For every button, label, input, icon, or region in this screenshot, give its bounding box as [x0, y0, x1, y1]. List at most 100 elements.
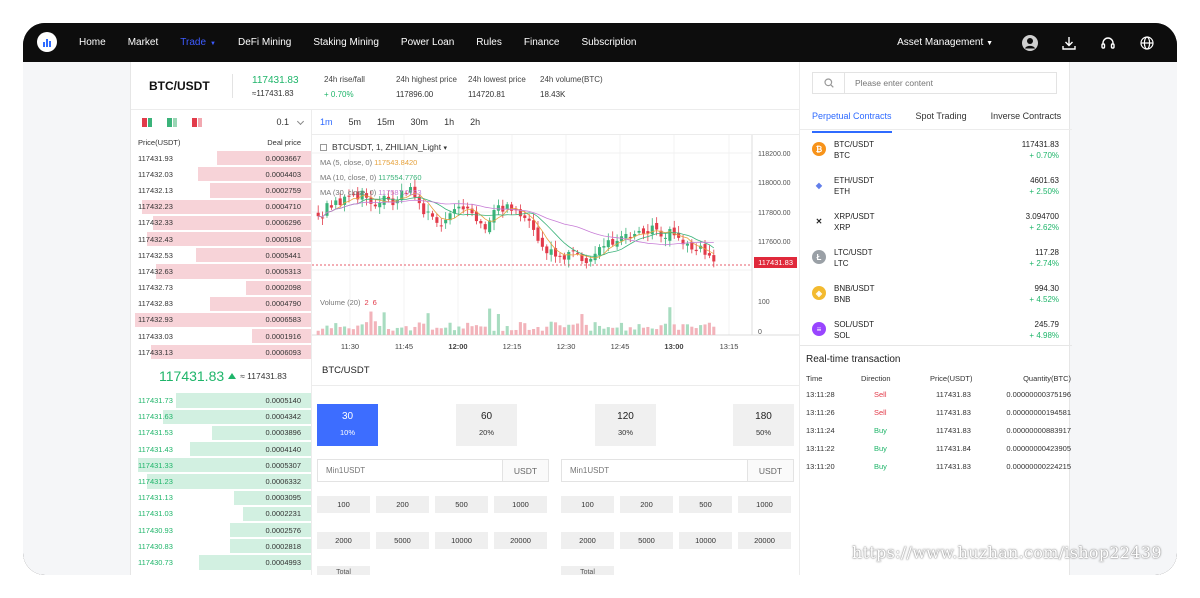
user-avatar-icon[interactable] [1021, 34, 1039, 52]
ticker-price-sub: ≈117431.83 [252, 89, 294, 98]
globe-language-icon[interactable] [1138, 34, 1156, 52]
market-tab-spot-trading[interactable]: Spot Trading [904, 108, 979, 129]
interval-tab-2h[interactable]: 2h [470, 117, 480, 127]
ask-row[interactable]: 117432.43 0.0005108 [131, 231, 311, 247]
ask-row[interactable]: 117432.83 0.0004790 [131, 296, 311, 312]
coin-row[interactable]: ₿ BTC/USDT BTC 117431.83 + 0.70% [800, 134, 1072, 170]
volume-tick-label: 100 [758, 299, 770, 306]
ask-row[interactable]: 117432.73 0.0002098 [131, 280, 311, 296]
leverage-option-180[interactable]: 180 50% [733, 404, 794, 446]
bid-row[interactable]: 117431.63 0.0004342 [131, 409, 311, 425]
bid-row[interactable]: 117431.13 0.0003095 [131, 490, 311, 506]
ask-row[interactable]: 117433.13 0.0006093 [131, 344, 311, 360]
ask-row[interactable]: 117432.23 0.0004710 [131, 199, 311, 215]
chevron-down-icon[interactable] [296, 117, 305, 126]
nav-item-staking-mining[interactable]: Staking Mining [313, 37, 379, 48]
volume-bar [584, 324, 588, 335]
buy-quick-amount-5000[interactable]: 5000 [376, 532, 429, 549]
coin-row[interactable]: ◆ ETH/USDT ETH 4601.63 + 2.50% [800, 170, 1072, 206]
market-search-input[interactable] [845, 73, 1056, 93]
ask-price: 117432.43 [138, 234, 173, 244]
nav-item-rules[interactable]: Rules [476, 37, 502, 48]
bid-row[interactable]: 117431.03 0.0002231 [131, 506, 311, 522]
buy-quick-amount-200[interactable]: 200 [376, 496, 429, 513]
sell-quick-amount-100[interactable]: 100 [561, 496, 614, 513]
rt-direction: Buy [874, 426, 887, 435]
bid-row[interactable]: 117430.83 0.0002818 [131, 538, 311, 554]
leverage-option-30[interactable]: 30 10% [317, 404, 378, 446]
bid-row[interactable]: 117431.43 0.0004140 [131, 441, 311, 457]
ask-row[interactable]: 117432.93 0.0006583 [131, 312, 311, 328]
coin-row[interactable]: ◈ BNB/USDT BNB 994.30 + 4.52% [800, 278, 1072, 314]
chart-collapse-icon[interactable] [320, 144, 327, 151]
sell-quick-amount-1000[interactable]: 1000 [738, 496, 791, 513]
kline-chart[interactable]: 1m 5m 15m 30m 1h 2h 118200.00 118000.00 117800.… [312, 110, 799, 356]
candlestick-chart[interactable]: 118200.00 118000.00 117800.00 117600.00 100 0… [312, 135, 799, 356]
interval-tab-30m[interactable]: 30m [411, 117, 429, 127]
nav-item-subscription[interactable]: Subscription [581, 37, 636, 48]
market-tab-inverse-contracts[interactable]: Inverse Contracts [979, 108, 1074, 129]
interval-tab-5m[interactable]: 5m [349, 117, 362, 127]
book-view-both-icon[interactable] [142, 117, 152, 127]
logo-icon[interactable] [37, 32, 57, 52]
interval-tab-15m[interactable]: 15m [377, 117, 395, 127]
pair-title[interactable]: BTC/USDT [149, 79, 210, 93]
buy-quick-amount-2000[interactable]: 2000 [317, 532, 370, 549]
book-toolbar: 0.1 [131, 110, 311, 134]
nav-item-finance[interactable]: Finance [524, 37, 560, 48]
nav-item-power-loan[interactable]: Power Loan [401, 37, 454, 48]
download-icon[interactable] [1060, 34, 1078, 52]
sell-quick-amount-2000[interactable]: 2000 [561, 532, 614, 549]
nav-item-trade[interactable]: Trade ▼ [180, 37, 216, 48]
nav-item-defi-mining[interactable]: DeFi Mining [238, 37, 291, 48]
ask-row[interactable]: 117432.63 0.0005313 [131, 263, 311, 279]
stat-value: + 0.70% [324, 90, 354, 99]
precision-select[interactable]: 0.1 [276, 117, 289, 127]
leverage-option-120[interactable]: 120 30% [595, 404, 656, 446]
volume-bar [668, 307, 672, 335]
headset-support-icon[interactable] [1099, 34, 1117, 52]
candle-body [422, 203, 426, 215]
coin-row[interactable]: Ł LTC/USDT LTC 117.28 + 2.74% [800, 242, 1072, 278]
book-view-bids-icon[interactable] [167, 117, 177, 127]
leverage-option-60[interactable]: 60 20% [456, 404, 517, 446]
ask-row[interactable]: 117432.03 0.0004403 [131, 166, 311, 182]
nav-item-market[interactable]: Market [128, 37, 159, 48]
book-view-asks-icon[interactable] [192, 117, 202, 127]
interval-tab-1h[interactable]: 1h [444, 117, 454, 127]
ma-value: 117554.7760 [378, 173, 422, 182]
bid-row[interactable]: 117431.33 0.0005307 [131, 457, 311, 473]
market-tab-perpetual-contracts[interactable]: Perpetual Contracts [800, 108, 904, 133]
search-icon[interactable] [813, 73, 845, 93]
sell-amount-input[interactable] [562, 460, 747, 481]
last-price: 117431.83 [159, 368, 225, 385]
chart-symbol[interactable]: BTCUSDT, 1, ZHILIAN_Light ▾ [320, 142, 447, 152]
sell-quick-amount-20000[interactable]: 20000 [738, 532, 791, 549]
asset-management-dropdown[interactable]: Asset Management ▼ [897, 37, 993, 48]
nav-item-home[interactable]: Home [79, 37, 106, 48]
buy-quick-amount-100[interactable]: 100 [317, 496, 370, 513]
ask-row[interactable]: 117432.13 0.0002759 [131, 182, 311, 198]
bid-row[interactable]: 117430.73 0.0004993 [131, 554, 311, 570]
ask-row[interactable]: 117432.33 0.0006296 [131, 215, 311, 231]
buy-quick-amount-1000[interactable]: 1000 [494, 496, 547, 513]
bid-row[interactable]: 117431.53 0.0003896 [131, 425, 311, 441]
sell-quick-amount-500[interactable]: 500 [679, 496, 732, 513]
buy-quick-amount-500[interactable]: 500 [435, 496, 488, 513]
interval-tab-1m[interactable]: 1m [320, 117, 333, 127]
arrow-up-icon [228, 373, 237, 380]
sell-quick-amount-10000[interactable]: 10000 [679, 532, 732, 549]
top-nav: Home Market Trade ▼ DeFi Mining Staking Minin… [23, 23, 1177, 62]
bid-row[interactable]: 117431.73 0.0005140 [131, 392, 311, 408]
ask-row[interactable]: 117433.03 0.0001916 [131, 328, 311, 344]
sell-quick-amount-5000[interactable]: 5000 [620, 532, 673, 549]
buy-quick-amount-20000[interactable]: 20000 [494, 532, 547, 549]
bid-row[interactable]: 117430.93 0.0002576 [131, 522, 311, 538]
sell-quick-amount-200[interactable]: 200 [620, 496, 673, 513]
buy-quick-amount-10000[interactable]: 10000 [435, 532, 488, 549]
ask-row[interactable]: 117432.53 0.0005441 [131, 247, 311, 263]
buy-amount-input[interactable] [318, 460, 502, 481]
coin-row[interactable]: ✕ XRP/USDT XRP 3.094700 + 2.62% [800, 206, 1072, 242]
bid-row[interactable]: 117431.23 0.0006332 [131, 473, 311, 489]
ask-row[interactable]: 117431.93 0.0003667 [131, 150, 311, 166]
